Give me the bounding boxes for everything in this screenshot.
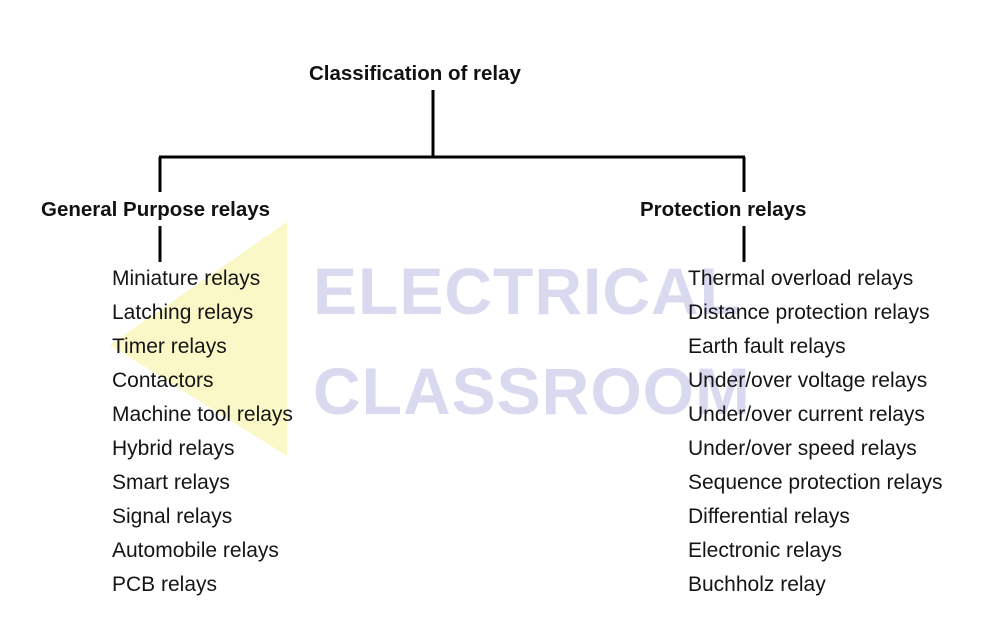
list-item: Under/over speed relays	[688, 437, 917, 460]
general-purpose-relay-list: Miniature relays Latching relays Timer r…	[112, 262, 293, 602]
list-item: Sequence protection relays	[688, 471, 943, 494]
list-item: Automobile relays	[112, 539, 279, 562]
protection-relay-list: Thermal overload relays Distance protect…	[688, 262, 943, 602]
list-item: Buchholz relay	[688, 573, 826, 596]
list-item: Contactors	[112, 369, 214, 392]
list-item: Under/over current relays	[688, 403, 925, 426]
list-item: Earth fault relays	[688, 335, 846, 358]
list-item: Miniature relays	[112, 267, 261, 290]
list-item: Smart relays	[112, 471, 230, 494]
list-item: PCB relays	[112, 573, 218, 596]
list-item: Distance protection relays	[688, 301, 930, 324]
list-item: Machine tool relays	[112, 403, 293, 426]
list-item: Hybrid relays	[112, 437, 235, 460]
branch-title-general-purpose: General Purpose relays	[41, 198, 271, 221]
list-item: Differential relays	[688, 505, 850, 528]
list-item: Thermal overload relays	[688, 267, 914, 290]
list-item: Signal relays	[112, 505, 233, 528]
list-item: Latching relays	[112, 301, 254, 324]
list-item: Under/over voltage relays	[688, 369, 928, 392]
list-item: Electronic relays	[688, 539, 843, 562]
branch-title-protection: Protection relays	[640, 198, 807, 221]
diagram-title: Classification of relay	[309, 62, 521, 85]
list-item: Timer relays	[112, 335, 227, 358]
